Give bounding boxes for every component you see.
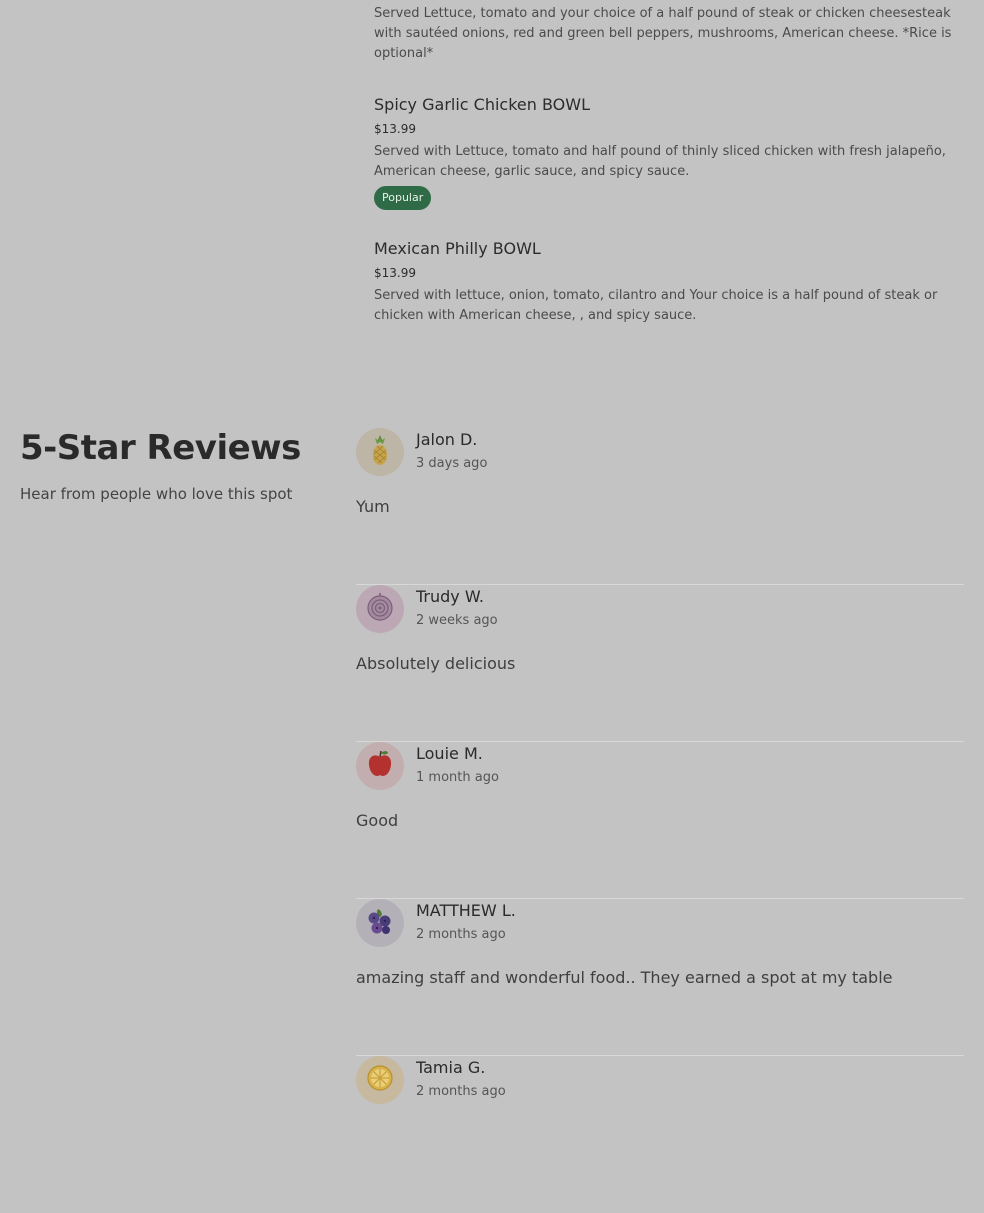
reviews-heading: 5-Star Reviews <box>20 428 301 468</box>
menu-item-price: $13.99 <box>374 122 416 136</box>
pineapple-icon <box>366 433 394 471</box>
avatar <box>356 585 404 633</box>
onion-icon <box>364 591 396 627</box>
review-time: 1 month ago <box>416 770 499 785</box>
menu-item-description: Served with Lettuce, tomato and half pou… <box>374 144 946 179</box>
menu-item-name: Spicy Garlic Chicken BOWL <box>374 95 591 114</box>
menu-item-name: Mexican Philly BOWL <box>374 239 541 258</box>
review-time: 2 months ago <box>416 1084 506 1099</box>
popular-badge: Popular <box>374 186 432 210</box>
blueberry-icon <box>364 905 396 941</box>
review-time: 3 days ago <box>416 456 488 471</box>
menu-item-description: Served Lettuce, tomato and your choice o… <box>374 6 952 61</box>
avatar <box>356 899 404 947</box>
menu-item[interactable]: Mexican Philly BOWL $13.99 Served with l… <box>374 238 964 326</box>
review-time: 2 months ago <box>416 927 506 942</box>
reviewer-name: Jalon D. <box>416 430 478 449</box>
menu-item-price: $13.99 <box>374 266 416 280</box>
avatar <box>356 1056 404 1104</box>
review-card: MATTHEW L. 2 months ago amazing staff an… <box>356 899 964 1056</box>
avatar <box>356 742 404 790</box>
review-time: 2 weeks ago <box>416 613 498 628</box>
reviewer-name: Tamia G. <box>416 1058 486 1077</box>
review-card: Trudy W. 2 weeks ago Absolutely deliciou… <box>356 585 964 742</box>
review-card: Jalon D. 3 days ago Yum <box>356 428 964 585</box>
lemon-icon <box>365 1063 395 1097</box>
menu-items-list: Served Lettuce, tomato and your choice o… <box>374 0 964 346</box>
review-text: Absolutely delicious <box>356 654 516 673</box>
reviews-list: Jalon D. 3 days ago Yum Trudy W. 2 weeks… <box>356 428 964 1213</box>
menu-item-description: Served with lettuce, onion, tomato, cila… <box>374 288 938 323</box>
review-card: Louie M. 1 month ago Good <box>356 742 964 899</box>
reviews-subheading: Hear from people who love this spot <box>20 485 293 503</box>
review-text: amazing staff and wonderful food.. They … <box>356 968 893 987</box>
reviewer-name: MATTHEW L. <box>416 901 516 920</box>
reviewer-name: Trudy W. <box>416 587 484 606</box>
review-text: Good <box>356 811 399 830</box>
review-card: Tamia G. 2 months ago <box>356 1056 964 1213</box>
review-text: Yum <box>356 497 390 516</box>
avatar <box>356 428 404 476</box>
apple-icon <box>365 748 395 784</box>
menu-item[interactable]: Spicy Garlic Chicken BOWL $13.99 Served … <box>374 94 964 210</box>
menu-item[interactable]: Served Lettuce, tomato and your choice o… <box>374 4 964 64</box>
reviewer-name: Louie M. <box>416 744 483 763</box>
